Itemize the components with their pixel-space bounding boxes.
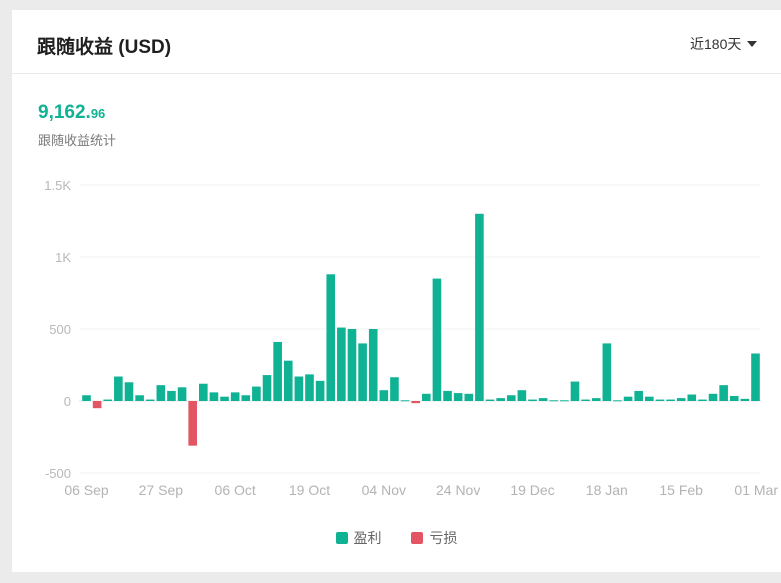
chart-bar [698,399,707,401]
legend-item-profit[interactable]: 盈利 [335,528,382,548]
x-tick-label: 04 Nov [362,482,406,498]
chart-bar [390,377,399,401]
chart-bar [485,399,495,401]
x-tick-label: 06 Sep [64,482,109,498]
chart-bar [432,278,442,401]
chart-bar [528,399,537,401]
chart-legend: 盈利 亏损 [12,528,781,548]
chart-bar [82,395,91,401]
chart-bar [570,381,580,401]
legend-label-profit: 盈利 [353,530,382,546]
chart-bar [496,398,505,401]
chart-bar [687,394,697,401]
chart-bar [252,386,261,401]
chart-bar [103,399,113,401]
chart-bar [655,399,665,401]
chart-bar [241,395,251,401]
chart-bar [751,353,760,401]
chart-bar [538,398,548,401]
x-tick-label: 19 Oct [289,482,330,498]
chart-bar [645,396,654,401]
legend-item-loss[interactable]: 亏损 [411,528,457,548]
chart-bar [506,395,516,401]
chart-bar [315,380,325,401]
y-tick-label: 500 [49,322,71,337]
chart-bar [358,343,367,401]
chart-bar [326,274,336,401]
chart-bar [209,392,219,401]
chart-bar [422,393,431,401]
chart-bar [517,390,527,401]
chart-bar [560,400,569,402]
chart-bar [666,399,675,401]
chart-bar [379,390,389,401]
x-tick-label: 18 Jan [586,482,628,498]
x-tick-label: 01 Mar [734,482,778,498]
chart-bar [634,390,643,401]
chart-bar [283,360,293,401]
x-tick-label: 24 Nov [436,482,480,498]
chart-bar [400,400,410,402]
legend-swatch-loss [411,532,424,544]
chart-bar [708,393,718,401]
chart-bar [337,327,346,401]
chart-bar [273,341,282,401]
y-tick-label: 1.5K [44,178,71,193]
chart-bar [177,387,187,401]
chart-bar [156,385,166,401]
chart-bar [220,396,229,401]
chart-bar [199,383,208,401]
legend-label-loss: 亏损 [429,530,458,546]
y-tick-label: 0 [64,394,71,409]
x-tick-label: 27 Sep [139,482,184,498]
chart-bar [230,392,240,401]
chart-bar [591,398,601,401]
chart-bar [602,343,612,401]
chart-bar [464,393,474,401]
chart-bar [581,399,590,401]
chart-bar [729,395,739,401]
x-tick-label: 06 Oct [215,482,256,498]
chart-bar [305,374,314,401]
chart-bar [92,401,102,409]
legend-swatch-profit [335,532,348,544]
chart-bar [145,399,155,401]
y-tick-label: -500 [45,466,71,481]
chart-bar [613,400,622,402]
earnings-bar-chart: 1.5K 1K 500 0 -50006 Sep 27 Sep 06 Oct 19 Oct 04… [44,178,778,498]
x-tick-label: 19 Dec [510,482,554,498]
chart-bar [453,393,463,401]
x-tick-label: 15 Feb [659,482,703,498]
chart-bar [347,329,357,401]
chart-bar [475,213,484,401]
chart-bar [623,396,633,401]
chart-bar [443,390,452,401]
chart-bar [549,400,559,402]
chart-bar [124,382,134,401]
y-tick-label: 1K [55,250,71,265]
chart-bar [135,395,144,401]
earnings-card: 跟随收益 (USD) 近180天 9,162.96 跟随收益统计 1.5K 1K 5… [12,10,781,572]
chart-bar [294,376,304,401]
chart-bar [740,398,750,401]
chart-bar [368,329,378,401]
chart-bar [262,375,272,401]
chart-bar [188,401,197,446]
chart-bar [167,390,176,401]
chart-bar [676,398,686,401]
chart-bar [719,385,728,401]
chart-bar [114,376,123,401]
chart-bar [411,401,420,404]
